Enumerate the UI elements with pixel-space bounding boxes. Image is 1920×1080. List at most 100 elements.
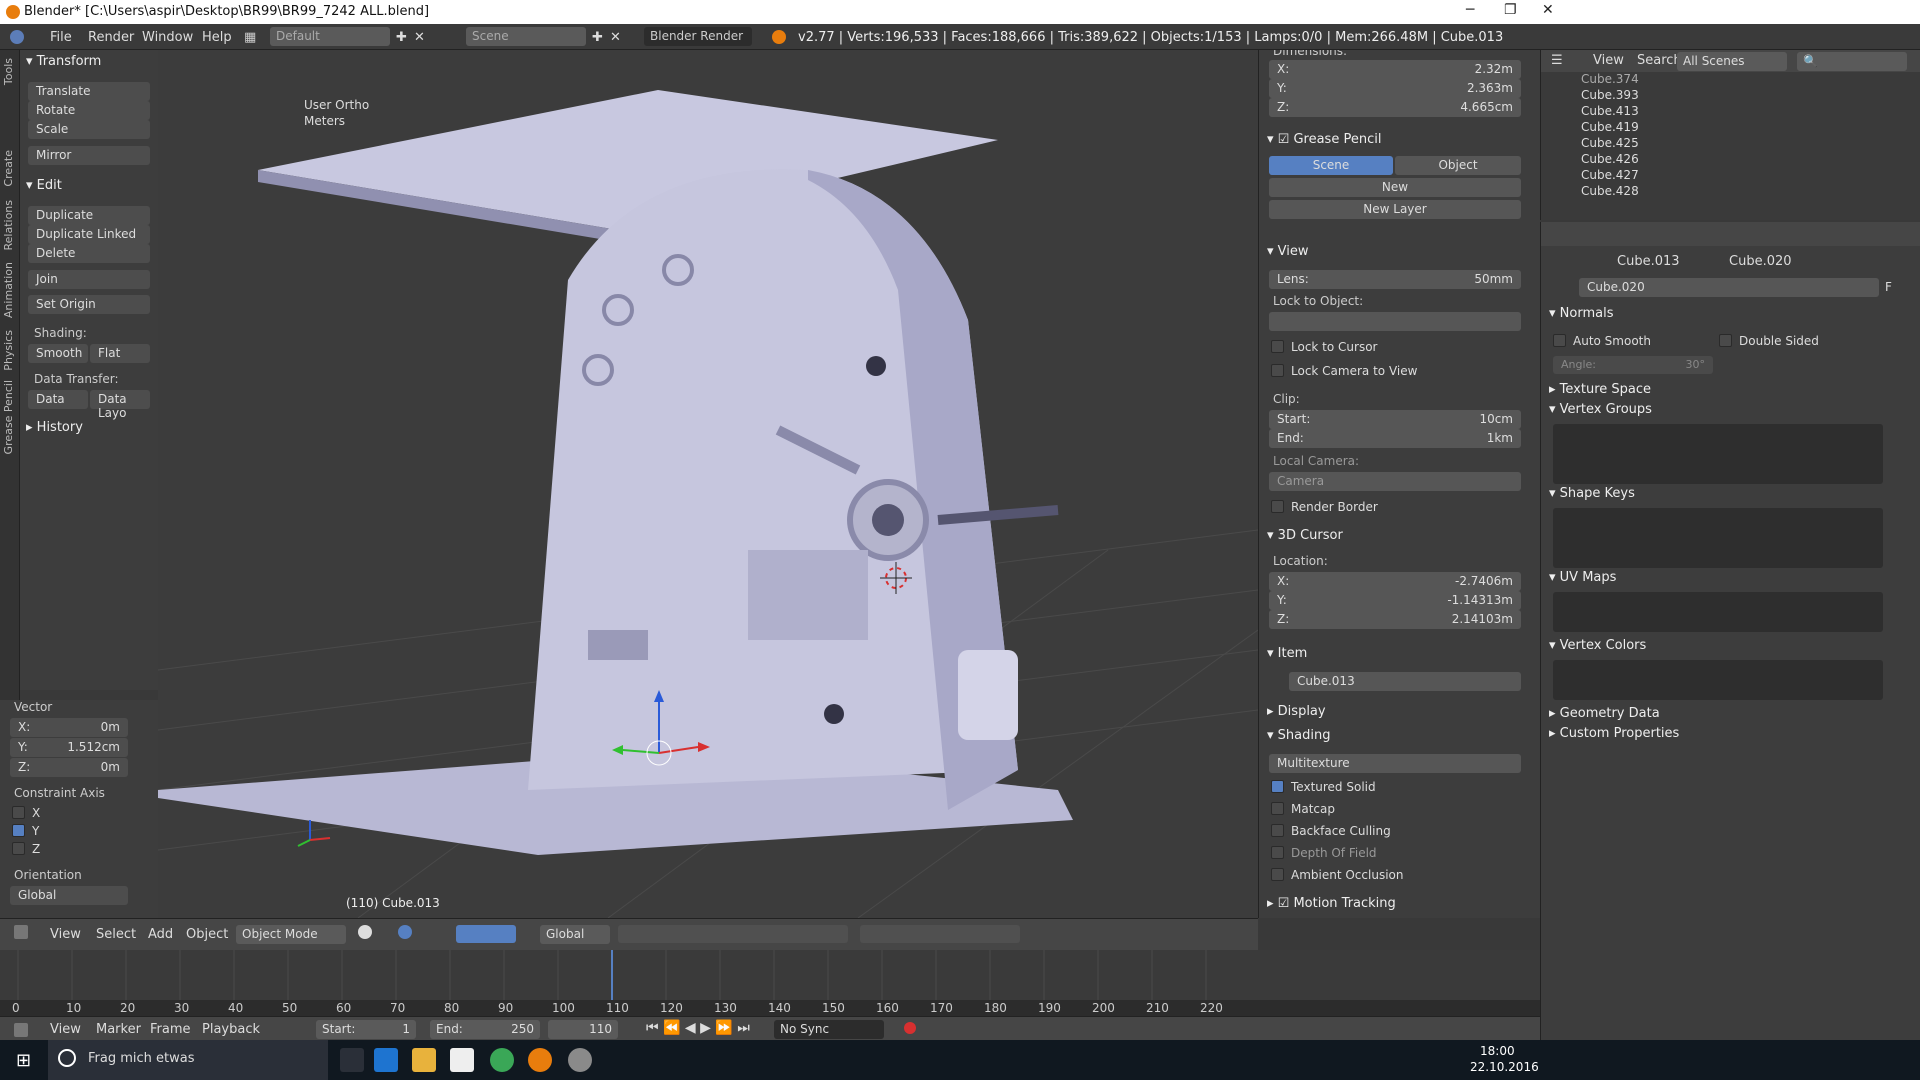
- menu-file[interactable]: File: [50, 30, 72, 45]
- cursor-x-field[interactable]: X: -2.7406m: [1269, 572, 1521, 591]
- item-name-field[interactable]: Cube.013: [1289, 672, 1521, 691]
- outliner-item[interactable]: Cube.425: [1581, 136, 1639, 150]
- rotate-button[interactable]: Rotate: [28, 101, 150, 120]
- tab-relations[interactable]: Relations: [2, 200, 15, 251]
- depth-of-field-checkbox[interactable]: [1271, 846, 1284, 859]
- menu-add[interactable]: Add: [148, 927, 173, 942]
- menu-view[interactable]: View: [50, 927, 81, 942]
- tab-create[interactable]: Create: [2, 150, 15, 187]
- mesh-name-field[interactable]: Cube.020: [1579, 278, 1879, 297]
- smooth-button[interactable]: Smooth: [28, 344, 88, 363]
- clock-time[interactable]: 18:00: [1480, 1044, 1515, 1058]
- blender-taskbar-icon[interactable]: [528, 1048, 552, 1072]
- timeline[interactable]: 0 10 20 30 40 50 60 70 80 90 100 110 120 130 140 150 160…: [0, 950, 1540, 1020]
- layer-buttons[interactable]: [618, 925, 848, 943]
- 3d-viewport[interactable]: User Ortho Meters (110) Cube.013: [158, 50, 1258, 918]
- outliner-item[interactable]: Cube.413: [1581, 104, 1639, 118]
- cursor-y-field[interactable]: Y: -1.14313m: [1269, 591, 1521, 610]
- editor-type-icon[interactable]: [14, 925, 28, 939]
- outliner-search-field[interactable]: 🔍: [1797, 52, 1907, 71]
- history-panel-header[interactable]: ▸ History: [26, 420, 83, 435]
- gp-new-layer-button[interactable]: New Layer: [1269, 200, 1521, 219]
- geometry-data-header[interactable]: ▸ Geometry Data: [1549, 706, 1660, 721]
- scale-button[interactable]: Scale: [28, 120, 150, 139]
- edit-panel-header[interactable]: ▾ Edit: [26, 178, 62, 193]
- constraint-z-checkbox[interactable]: [12, 842, 25, 855]
- duplicate-linked-button[interactable]: Duplicate Linked: [28, 225, 150, 244]
- backface-culling-checkbox[interactable]: [1271, 824, 1284, 837]
- grease-pencil-header[interactable]: ▾ ☑ Grease Pencil: [1267, 132, 1381, 147]
- data-transfer-button[interactable]: Data: [28, 390, 88, 409]
- screen-layout-select[interactable]: Default: [270, 27, 390, 46]
- dimension-y-field[interactable]: Y: 2.363m: [1269, 79, 1521, 98]
- end-frame-field[interactable]: End: 250: [430, 1020, 540, 1039]
- outliner-item[interactable]: Cube.374: [1581, 72, 1639, 86]
- uv-maps-header[interactable]: ▾ UV Maps: [1549, 570, 1616, 585]
- timeline-menu-view[interactable]: View: [50, 1022, 81, 1037]
- outliner-item[interactable]: Cube.419: [1581, 120, 1639, 134]
- screen-layout-icon[interactable]: ▦: [244, 30, 256, 45]
- gp-object-button[interactable]: Object: [1395, 156, 1521, 175]
- store-icon[interactable]: [450, 1048, 474, 1072]
- dimension-z-field[interactable]: Z: 4.665cm: [1269, 98, 1521, 117]
- dimension-x-field[interactable]: X: 2.32m: [1269, 60, 1521, 79]
- sync-mode-select[interactable]: No Sync: [774, 1020, 884, 1039]
- mirror-button[interactable]: Mirror: [28, 146, 150, 165]
- clock-date[interactable]: 22.10.2016: [1470, 1060, 1539, 1074]
- translate-button[interactable]: Translate: [28, 82, 150, 101]
- task-view-icon[interactable]: [340, 1048, 364, 1072]
- outliner-item[interactable]: Cube.426: [1581, 152, 1639, 166]
- transform-orientation-select[interactable]: Global: [540, 925, 610, 944]
- maximize-button[interactable]: ❐: [1504, 2, 1517, 18]
- constraint-x-checkbox[interactable]: [12, 806, 25, 819]
- edge-icon[interactable]: [374, 1048, 398, 1072]
- data-layout-button[interactable]: Data Layo: [90, 390, 150, 420]
- chrome-icon[interactable]: [490, 1048, 514, 1072]
- lock-to-cursor-checkbox[interactable]: [1271, 340, 1284, 353]
- menu-object[interactable]: Object: [186, 927, 228, 942]
- item-panel-header[interactable]: ▾ Item: [1267, 646, 1307, 661]
- timeline-menu-frame[interactable]: Frame: [150, 1022, 191, 1037]
- timeline-menu-marker[interactable]: Marker: [96, 1022, 141, 1037]
- outliner-item[interactable]: Cube.428: [1581, 184, 1639, 198]
- remove-scene-icon[interactable]: ✕: [610, 30, 621, 45]
- add-scene-icon[interactable]: ✚: [592, 30, 603, 45]
- shading-mode-select[interactable]: Multitexture: [1269, 754, 1521, 773]
- shading-panel-header[interactable]: ▾ Shading: [1267, 728, 1330, 743]
- shape-keys-header[interactable]: ▾ Shape Keys: [1549, 486, 1635, 501]
- orientation-select[interactable]: Global: [10, 886, 128, 905]
- minimize-button[interactable]: ─: [1466, 2, 1474, 18]
- vertex-colors-list[interactable]: [1553, 660, 1883, 700]
- timeline-editor-icon[interactable]: [14, 1023, 28, 1037]
- outliner-editor-icon[interactable]: ☰: [1551, 53, 1563, 68]
- normals-header[interactable]: ▾ Normals: [1549, 306, 1613, 321]
- timeline-menu-playback[interactable]: Playback: [202, 1022, 260, 1037]
- lock-camera-checkbox[interactable]: [1271, 364, 1284, 377]
- vertex-groups-header[interactable]: ▾ Vertex Groups: [1549, 402, 1652, 417]
- menu-select[interactable]: Select: [96, 927, 136, 942]
- clip-start-field[interactable]: Start: 10cm: [1269, 410, 1521, 429]
- join-button[interactable]: Join: [28, 270, 150, 289]
- taskbar-search-box[interactable]: Frag mich etwas: [48, 1040, 328, 1080]
- render-engine-select[interactable]: Blender Render: [644, 27, 752, 46]
- start-frame-field[interactable]: Start: 1: [316, 1020, 416, 1039]
- uv-maps-list[interactable]: [1553, 592, 1883, 632]
- viewport-shading-icon[interactable]: [358, 925, 372, 939]
- scene-select[interactable]: Scene: [466, 27, 586, 46]
- tab-grease-pencil[interactable]: Grease Pencil: [2, 380, 15, 454]
- outliner-item[interactable]: Cube.393: [1581, 88, 1639, 102]
- tab-animation[interactable]: Animation: [2, 262, 15, 318]
- vector-y-field[interactable]: Y: 1.512cm: [10, 738, 128, 757]
- file-explorer-icon[interactable]: [412, 1048, 436, 1072]
- remove-layout-icon[interactable]: ✕: [414, 30, 425, 45]
- menu-window[interactable]: Window: [142, 30, 193, 45]
- properties-tabs[interactable]: [1541, 222, 1920, 246]
- texture-space-header[interactable]: ▸ Texture Space: [1549, 382, 1651, 397]
- auto-smooth-checkbox[interactable]: [1553, 334, 1566, 347]
- gp-new-button[interactable]: New: [1269, 178, 1521, 197]
- ambient-occlusion-checkbox[interactable]: [1271, 868, 1284, 881]
- custom-properties-header[interactable]: ▸ Custom Properties: [1549, 726, 1679, 741]
- menu-help[interactable]: Help: [202, 30, 232, 45]
- vertex-colors-header[interactable]: ▾ Vertex Colors: [1549, 638, 1646, 653]
- vector-x-field[interactable]: X: 0m: [10, 718, 128, 737]
